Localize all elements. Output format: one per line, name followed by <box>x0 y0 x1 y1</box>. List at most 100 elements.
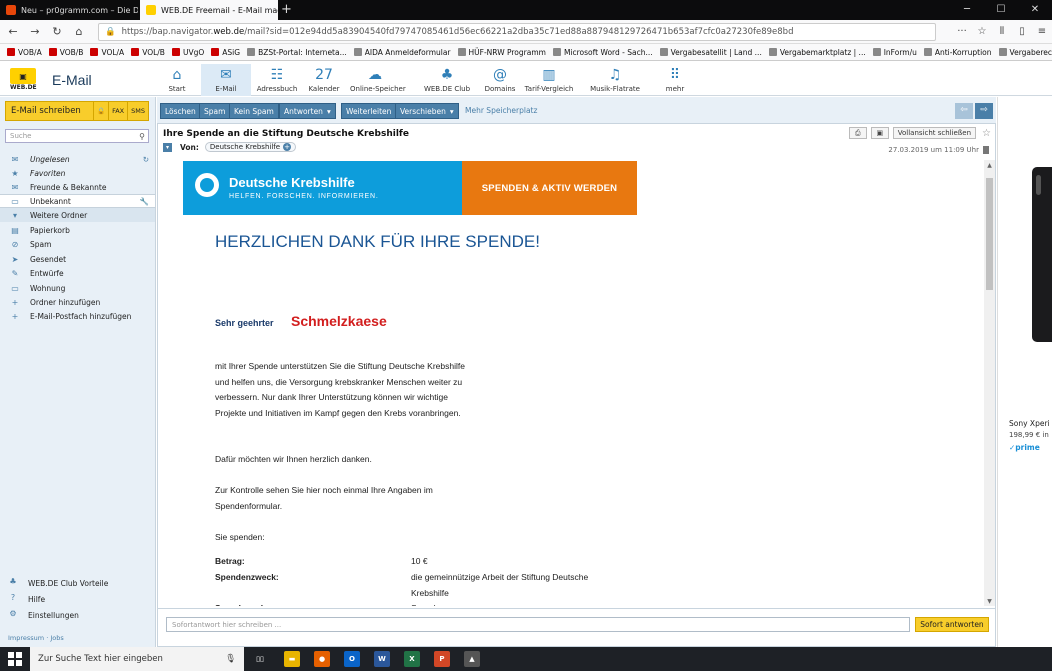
sms-button[interactable]: SMS <box>128 101 149 121</box>
nav-adressbuch[interactable]: ☷ Adressbuch <box>252 64 302 96</box>
help-link[interactable]: ? Hilfe <box>0 591 155 607</box>
browser-tab-0[interactable]: Neu – pr0gramm.com – Die Dat ✕ <box>0 0 138 20</box>
close-window-icon[interactable]: ✕ <box>1018 0 1052 20</box>
quick-reply-button[interactable]: Sofort antworten <box>915 617 989 632</box>
delete-button[interactable]: Löschen <box>160 103 201 119</box>
folder-spam[interactable]: ⊘ Spam <box>0 237 155 251</box>
nav-mehr[interactable]: ⠿ mehr <box>650 64 700 96</box>
bookmark-item[interactable]: AIDA Anmeldeformular <box>353 48 451 57</box>
folder-e-mail-postfach-hinzufügen[interactable]: + E-Mail-Postfach hinzufügen <box>0 309 155 323</box>
search-icon[interactable]: ⚲ <box>139 132 145 141</box>
powerpoint-icon[interactable]: P <box>434 651 450 667</box>
nav-domains[interactable]: @ Domains <box>475 64 525 96</box>
folder-ordner-hinzufügen[interactable]: + Ordner hinzufügen <box>0 295 155 309</box>
outlook-icon[interactable]: O <box>344 651 360 667</box>
folder-favoriten[interactable]: ★ Favoriten <box>0 166 155 180</box>
next-mail-icon[interactable]: ⇨ <box>975 103 993 119</box>
favorite-star-icon[interactable]: ☆ <box>982 128 991 139</box>
bookmark-item[interactable]: HÜF-NRW Programm <box>457 48 546 57</box>
taskbar-search[interactable]: Zur Suche Text hier eingeben 🎙 <box>30 647 244 671</box>
scroll-up-icon[interactable]: ▲ <box>984 162 995 169</box>
library-icon[interactable]: ⫴ <box>992 26 1012 37</box>
nav-online-speicher[interactable]: ☁ Online-Speicher <box>350 64 406 96</box>
new-tab-icon[interactable]: + <box>281 2 292 17</box>
bookmark-item[interactable]: UVgO <box>171 48 204 57</box>
folder-unbekannt[interactable]: ▭ Unbekannt 🔧 <box>0 194 155 208</box>
windows-start-icon[interactable] <box>8 652 22 666</box>
more-dots-icon[interactable]: ··· <box>952 26 972 37</box>
sender-chip[interactable]: Deutsche Krebshilfe + <box>204 142 297 152</box>
more-storage-link[interactable]: Mehr Speicherplatz <box>465 106 537 115</box>
nav-musik-flatrate[interactable]: ♫ Musik-Flatrate <box>590 64 640 96</box>
folder-freunde-bekannte[interactable]: ✉ Freunde & Bekannte <box>0 180 155 194</box>
folder-ungelesen[interactable]: ✉ Ungelesen ↻ <box>0 152 155 166</box>
bookmark-item[interactable]: InForm/u <box>872 48 917 57</box>
bookmark-item[interactable]: BZSt-Portal: Interneta... <box>247 48 347 57</box>
banner-cta[interactable]: SPENDEN & AKTIV WERDEN <box>462 161 637 215</box>
folder-gesendet[interactable]: ➤ Gesendet <box>0 252 155 266</box>
nav-e-mail[interactable]: ✉ E-Mail <box>201 64 251 96</box>
microphone-icon[interactable]: 🎙 <box>225 654 236 664</box>
file-explorer-icon[interactable]: ▬ <box>284 651 300 667</box>
bookmark-item[interactable]: Microsoft Word - Sach... <box>552 48 653 57</box>
firefox-icon[interactable]: ● <box>314 651 330 667</box>
quick-reply-input[interactable]: Sofortantwort hier schreiben ... <box>166 617 910 632</box>
back-icon[interactable]: ← <box>4 25 22 38</box>
folder-entwürfe[interactable]: ✎ Entwürfe <box>0 266 155 280</box>
info-icon[interactable] <box>983 146 989 154</box>
save-icon[interactable]: ▣ <box>870 127 889 139</box>
maximize-icon[interactable]: ☐ <box>984 0 1018 20</box>
nav-kalender[interactable]: 27 Kalender <box>299 64 349 96</box>
excel-icon[interactable]: X <box>404 651 420 667</box>
jobs-link[interactable]: Jobs <box>50 634 63 642</box>
browser-tab-1[interactable]: WEB.DE Freemail - E-Mail mach ✕ <box>140 0 278 20</box>
settings-link[interactable]: ⚙ Einstellungen <box>0 607 155 623</box>
bookmark-item[interactable]: Anti-Korruption <box>923 48 992 57</box>
bookmark-item[interactable]: Vergaberechtvorschrif... <box>998 48 1052 57</box>
menu-icon[interactable]: ≡ <box>1032 26 1052 37</box>
minimize-icon[interactable]: ─ <box>950 0 984 20</box>
reply-button[interactable]: Antworten <box>279 103 336 119</box>
folder-weitere-ordner[interactable]: ▾ Weitere Ordner <box>0 208 155 222</box>
bookmark-item[interactable]: VOL/B <box>131 48 165 57</box>
krebshilfe-banner[interactable]: Deutsche Krebshilfe HELFEN. FORSCHEN. IN… <box>183 161 637 215</box>
forward-button[interactable]: Weiterleiten <box>341 103 397 119</box>
word-icon[interactable]: W <box>374 651 390 667</box>
previous-mail-icon[interactable]: ⇦ <box>955 103 973 119</box>
webde-logo[interactable]: ▣ WEB.DE <box>10 68 37 92</box>
nav-tarif-vergleich[interactable]: ▥ Tarif-Vergleich <box>524 64 574 96</box>
scroll-down-icon[interactable]: ▼ <box>984 598 995 605</box>
mail-scrollbar[interactable]: ▲ ▼ <box>984 160 995 606</box>
refresh-icon[interactable]: ↻ <box>143 155 149 164</box>
bookmark-item[interactable]: VOL/A <box>90 48 124 57</box>
close-fullview-button[interactable]: Vollansicht schließen <box>892 127 977 139</box>
impressum-link[interactable]: Impressum <box>8 634 44 642</box>
forward-icon[interactable]: → <box>26 25 44 38</box>
bookmark-star-icon[interactable]: ☆ <box>972 26 992 37</box>
bookmark-item[interactable]: VOB/B <box>48 48 83 57</box>
sidebar-toggle-icon[interactable]: ▯ <box>1012 26 1032 37</box>
add-contact-icon[interactable]: + <box>283 143 292 151</box>
bookmark-item[interactable]: VOB/A <box>7 48 42 57</box>
print-icon[interactable]: ⎙ <box>848 127 867 139</box>
folder-papierkorb[interactable]: ▤ Papierkorb <box>0 223 155 237</box>
lock-compose-icon[interactable]: 🔒 <box>93 101 110 121</box>
task-view-icon[interactable]: ▯▯ <box>252 651 268 667</box>
bookmark-item[interactable]: Vergabesatellit | Land ... <box>659 48 762 57</box>
mail-search-input[interactable]: Suche ⚲ <box>5 129 149 143</box>
nav-start[interactable]: ⌂ Start <box>152 64 202 96</box>
photos-icon[interactable]: ▲ <box>464 651 480 667</box>
spam-button[interactable]: Spam <box>199 103 231 119</box>
move-button[interactable]: Verschieben <box>395 103 459 119</box>
fax-button[interactable]: FAX <box>109 101 129 121</box>
url-bar[interactable]: 🔒 https://bap.navigator. web.de/mail?sid=… <box>98 22 936 41</box>
reload-icon[interactable]: ↻ <box>48 25 66 38</box>
bookmark-item[interactable]: Vergabemarktplatz | ... <box>768 48 866 57</box>
nav-web-de-club[interactable]: ♣ WEB.DE Club <box>422 64 472 96</box>
scroll-thumb[interactable] <box>986 178 993 290</box>
expand-header-icon[interactable]: ▾ <box>163 142 172 152</box>
club-benefits-link[interactable]: ♣ WEB.DE Club Vorteile <box>0 575 155 591</box>
folder-wohnung[interactable]: ▭ Wohnung <box>0 281 155 295</box>
home-browser-icon[interactable]: ⌂ <box>70 25 88 38</box>
compose-button[interactable]: E-Mail schreiben <box>5 101 94 121</box>
